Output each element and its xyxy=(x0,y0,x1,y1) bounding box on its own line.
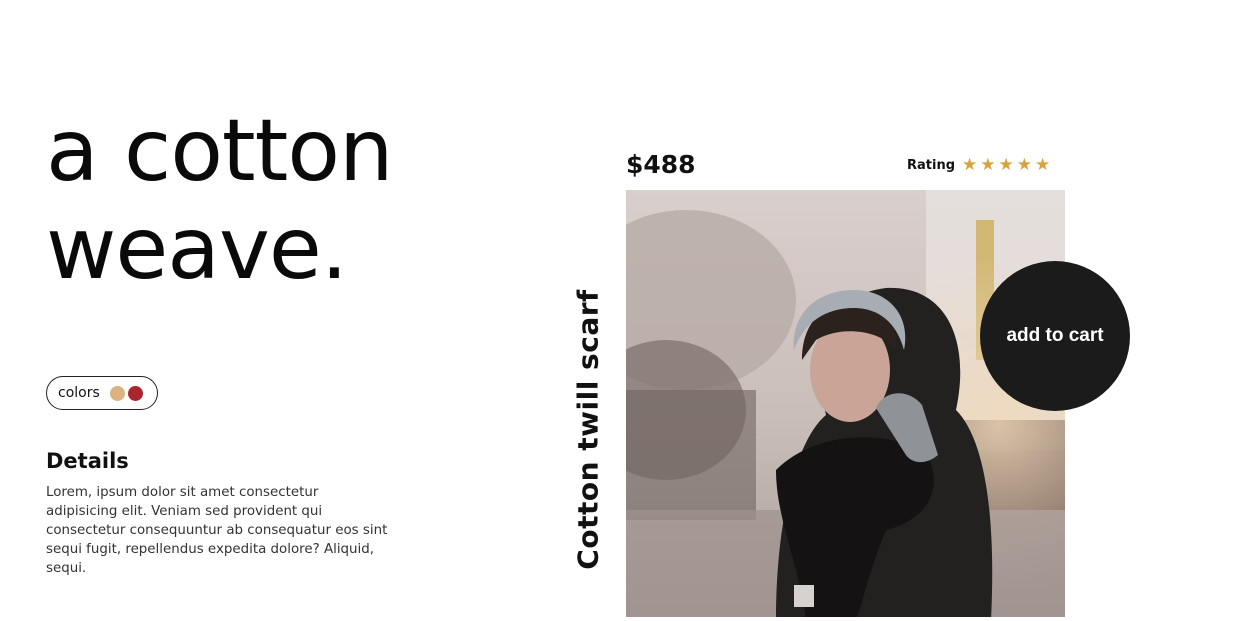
product-name-vertical: Cotton twill scarf xyxy=(568,289,608,569)
product-photo-illustration xyxy=(626,190,1065,617)
colors-label: colors xyxy=(58,385,100,401)
star-icon: ★ xyxy=(980,155,996,175)
rating-label: Rating xyxy=(907,158,956,173)
colors-selector: colors xyxy=(46,376,158,410)
star-icon: ★ xyxy=(1016,155,1033,175)
rating-stars: ★ ★ ★ ★ ★ xyxy=(959,157,1050,174)
add-to-cart-button[interactable]: add to cart xyxy=(980,261,1130,411)
hero-headline: a cotton weave. xyxy=(46,102,393,298)
product-price: $488 xyxy=(626,150,696,179)
details-text: Lorem, ipsum dolor sit amet consectetur … xyxy=(46,485,388,576)
star-icon: ★ xyxy=(962,155,978,175)
product-name: Cotton twill scarf xyxy=(571,288,605,570)
star-icon: ★ xyxy=(998,155,1014,175)
hero-line-2: weave. xyxy=(46,199,348,299)
details-title: Details xyxy=(46,449,129,473)
product-photo xyxy=(626,190,1065,617)
hero-line-1: a cotton xyxy=(46,101,393,201)
star-icon: ★ xyxy=(1035,155,1051,175)
color-swatch-tan[interactable] xyxy=(109,385,125,401)
color-swatch-red[interactable] xyxy=(127,385,143,401)
product-page: a cotton weave. colors Details Lorem, ip… xyxy=(0,0,1234,621)
rating: Rating ★ ★ ★ ★ ★ xyxy=(907,157,1050,174)
